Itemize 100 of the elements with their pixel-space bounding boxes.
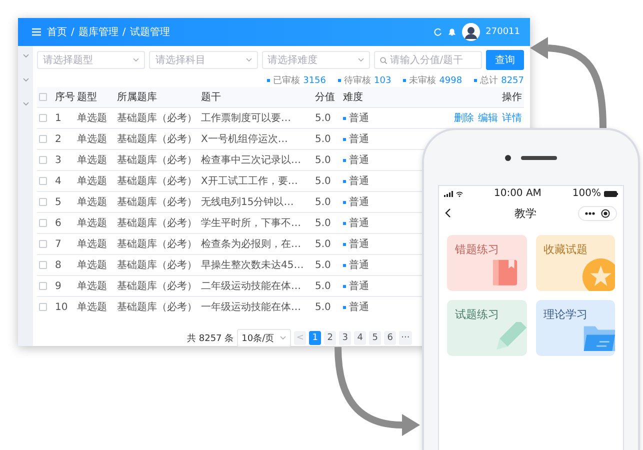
speaker-icon — [521, 156, 557, 160]
checkbox[interactable] — [39, 114, 47, 122]
column-header: 难度 — [343, 92, 363, 103]
prev-page-button[interactable]: < — [294, 331, 306, 345]
table-cell: 单选题 — [77, 134, 107, 145]
column-header: 题型 — [77, 92, 97, 103]
checkbox[interactable] — [39, 219, 47, 227]
table-cell: X开工试工工作，要… — [201, 176, 298, 187]
stat-value: 4998 — [439, 76, 462, 86]
target-icon[interactable] — [601, 208, 610, 218]
battery-percent: 100% — [572, 188, 601, 199]
page-title: 教学 — [514, 206, 536, 220]
checkbox[interactable] — [39, 93, 47, 101]
table-cell: 基础题库（必考） — [117, 113, 197, 124]
checkbox[interactable] — [39, 156, 47, 164]
table-cell: 二年级运动技能在体… — [201, 281, 301, 292]
column-header: 所属题库 — [117, 92, 157, 103]
page-size-select[interactable]: 10条/页 — [236, 329, 292, 347]
chevron-icon — [280, 336, 286, 340]
table-cell: 5.0 — [315, 218, 331, 228]
checkbox[interactable] — [39, 135, 47, 143]
more-pages-button[interactable]: ··· — [399, 331, 412, 345]
breadcrumb-item[interactable]: 题库管理 — [78, 25, 118, 39]
menu-card[interactable]: 试题练习 — [447, 300, 526, 356]
page-button[interactable]: 2 — [324, 331, 336, 345]
status-time: 10:00 AM — [494, 188, 542, 199]
stat-value: 103 — [374, 76, 392, 86]
capsule-menu[interactable] — [578, 206, 617, 220]
table-cell: 5 — [55, 196, 62, 208]
checkbox[interactable] — [39, 177, 47, 185]
stat-label: 已审核 — [273, 74, 300, 87]
bell-icon[interactable] — [448, 28, 456, 36]
search-icon — [380, 56, 387, 64]
page-button[interactable]: 5 — [369, 331, 382, 345]
stat-label: 待审核 — [344, 74, 371, 87]
total-count: 共 8257 条 — [187, 332, 234, 344]
table-cell: 基础题库（必考） — [117, 197, 197, 208]
table-cell: 3 — [55, 154, 62, 166]
table-cell: 基础题库（必考） — [117, 239, 197, 250]
back-icon[interactable] — [445, 208, 451, 218]
signal-icon — [444, 190, 453, 196]
breadcrumb-separator: / — [122, 26, 126, 38]
menu-icon[interactable] — [32, 28, 41, 36]
select-field[interactable]: 请选择题型 — [37, 51, 146, 69]
table-cell: 工作票制度可以要… — [201, 113, 291, 124]
checkbox[interactable] — [39, 198, 47, 206]
more-icon[interactable] — [585, 212, 595, 214]
select-field[interactable]: 请选择难度 — [262, 51, 370, 69]
checkbox[interactable] — [39, 240, 47, 248]
column-header: 分值 — [315, 92, 335, 103]
table-cell: 5.0 — [315, 176, 331, 186]
table-cell: 5.0 — [315, 260, 331, 270]
page-button[interactable]: 6 — [384, 331, 396, 345]
table-cell-text: 普通 — [349, 154, 369, 167]
avatar-icon[interactable] — [462, 23, 480, 41]
menu-card[interactable]: 收藏试题 — [536, 235, 615, 291]
table-cell: 无线电列15分钟以… — [201, 197, 294, 208]
search-button[interactable]: 查询 — [486, 50, 524, 70]
username[interactable]: 270011 — [486, 27, 520, 37]
table-cell: 5.0 — [315, 154, 331, 166]
menu-card[interactable]: 理论学习 — [536, 300, 615, 356]
table-cell: 7 — [55, 238, 62, 250]
table-cell: 检查条为必报则，在… — [201, 239, 301, 250]
table-cell: 检查事中三次记录以… — [201, 155, 301, 166]
table-cell: 8 — [55, 260, 62, 270]
chevron-icon — [22, 54, 28, 58]
select-field[interactable]: 请选择科目 — [149, 51, 258, 69]
checkbox[interactable] — [39, 303, 47, 311]
table-cell: 基础题库（必考） — [117, 260, 197, 271]
page-button[interactable]: 3 — [339, 331, 352, 345]
page-button[interactable]: 4 — [354, 331, 366, 345]
stat-label: 总计 — [480, 74, 498, 87]
table-cell: 5.0 — [315, 112, 331, 124]
wifi-icon — [456, 190, 463, 196]
table-cell: 基础题库（必考） — [117, 281, 197, 292]
table-cell: 单选题 — [77, 260, 107, 271]
camera-icon — [505, 154, 511, 160]
menu-card[interactable]: 错题练习 — [447, 235, 526, 291]
action-link[interactable]: 详情 — [502, 111, 522, 125]
column-header: 序号 — [55, 92, 75, 103]
chevron-icon — [246, 58, 252, 62]
table-cell: 单选题 — [77, 176, 107, 187]
column-header: 题干 — [201, 92, 221, 103]
checkbox[interactable] — [39, 261, 47, 269]
breadcrumb-item[interactable]: 首页 — [47, 25, 67, 39]
action-link[interactable]: 删除 — [454, 111, 474, 125]
table-cell: 5.0 — [315, 134, 331, 144]
search-field[interactable]: 请输入分值/题干 — [374, 51, 482, 69]
page-button[interactable]: 1 — [309, 331, 322, 345]
refresh-icon[interactable] — [434, 28, 442, 36]
table-cell: 4 — [55, 176, 62, 186]
checkbox[interactable] — [39, 282, 47, 290]
action-link[interactable]: 编辑 — [478, 111, 498, 125]
table-cell: 基础题库（必考） — [117, 218, 197, 229]
table-cell: 10 — [55, 302, 68, 312]
breadcrumb-item[interactable]: 试题管理 — [130, 25, 170, 39]
table-cell: 单选题 — [77, 239, 107, 250]
battery-icon — [604, 190, 618, 196]
table-cell-text: 普通 — [349, 112, 369, 125]
table-cell: 单选题 — [77, 281, 107, 292]
